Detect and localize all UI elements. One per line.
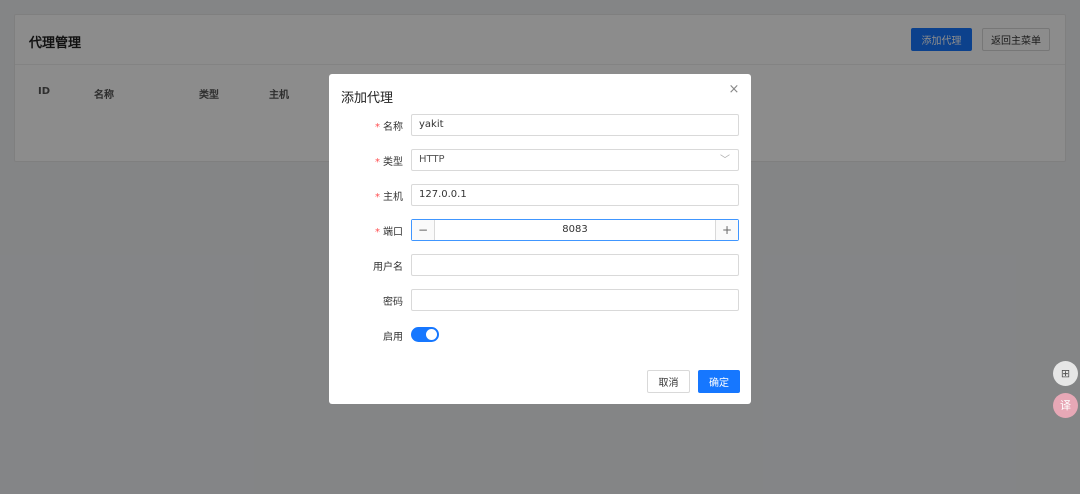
username-label: 用户名 bbox=[373, 262, 403, 273]
enabled-toggle[interactable] bbox=[411, 327, 439, 342]
modal-title: 添加代理 bbox=[341, 91, 394, 106]
type-label: * 类型 bbox=[375, 157, 403, 168]
form-row-port: * 端口 − 8083 + bbox=[329, 219, 751, 241]
password-input[interactable] bbox=[411, 289, 739, 311]
cancel-button[interactable]: 取消 bbox=[647, 370, 690, 393]
port-input[interactable]: 8083 bbox=[435, 220, 715, 240]
close-icon[interactable]: × bbox=[727, 83, 741, 97]
form-row-host: * 主机 127.0.0.1 bbox=[329, 184, 751, 206]
chevron-down-icon: ﹀ bbox=[720, 155, 730, 166]
form-row-username: 用户名 bbox=[329, 254, 751, 276]
form-row-enabled: 启用 bbox=[329, 324, 751, 346]
form-row-password: 密码 bbox=[329, 289, 751, 311]
required-mark: * bbox=[375, 227, 380, 238]
ok-button[interactable]: 确定 bbox=[698, 370, 740, 393]
translate-icon[interactable]: 译 bbox=[1053, 393, 1078, 418]
required-mark: * bbox=[375, 192, 380, 203]
port-stepper: − 8083 + bbox=[411, 219, 739, 241]
enabled-label: 启用 bbox=[383, 332, 403, 343]
host-label: * 主机 bbox=[375, 192, 403, 203]
name-input[interactable]: yakit bbox=[411, 114, 739, 136]
form-row-name: * 名称 yakit bbox=[329, 114, 751, 136]
apps-icon[interactable]: ⊞ bbox=[1053, 361, 1078, 386]
port-label: * 端口 bbox=[375, 227, 403, 238]
decrement-button[interactable]: − bbox=[412, 220, 435, 240]
username-input[interactable] bbox=[411, 254, 739, 276]
add-proxy-modal: 添加代理 × * 名称 yakit * 类型 HTTP ﹀ * 主机 127.0.0.… bbox=[329, 74, 751, 404]
required-mark: * bbox=[375, 122, 380, 133]
password-label: 密码 bbox=[383, 297, 403, 308]
increment-button[interactable]: + bbox=[715, 220, 738, 240]
type-select-value: HTTP bbox=[419, 154, 445, 165]
name-label: * 名称 bbox=[375, 122, 403, 133]
host-input[interactable]: 127.0.0.1 bbox=[411, 184, 739, 206]
toggle-knob bbox=[426, 329, 437, 340]
type-select[interactable]: HTTP ﹀ bbox=[411, 149, 739, 171]
form-row-type: * 类型 HTTP ﹀ bbox=[329, 149, 751, 171]
required-mark: * bbox=[375, 157, 380, 168]
